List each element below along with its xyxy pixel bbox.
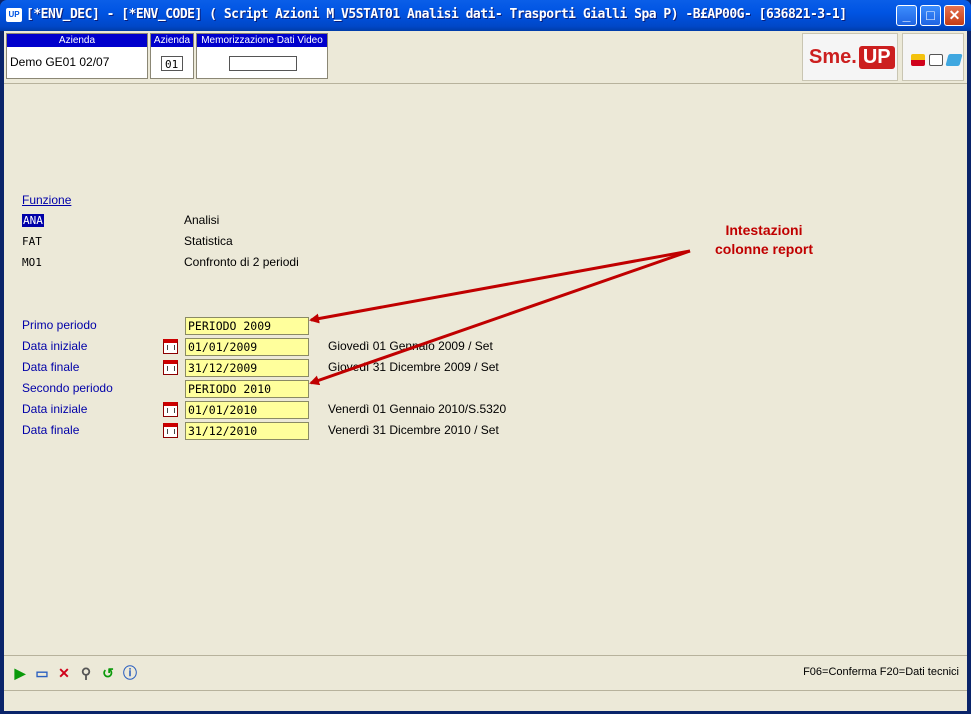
funzione-code-ana[interactable]: ANA xyxy=(22,214,44,227)
annotation-line-2: colonne report xyxy=(714,241,813,257)
primo-periodo-label: Primo periodo xyxy=(22,318,97,332)
funzione-code-mo1[interactable]: MO1 xyxy=(22,256,42,269)
data-finale-2-field[interactable]: 31/12/2010 xyxy=(185,422,309,440)
secondo-periodo-label: Secondo periodo xyxy=(22,381,113,395)
data-iniziale-2-desc: Venerdì 01 Gennaio 2010/S.5320 xyxy=(328,402,507,416)
funzione-desc-ana: Analisi xyxy=(184,213,220,227)
data-finale-2-label: Data finale xyxy=(22,423,80,437)
status-bar xyxy=(4,690,967,711)
calendar-icon[interactable] xyxy=(163,360,178,375)
data-finale-2-desc: Venerdì 31 Dicembre 2010 / Set xyxy=(328,423,499,437)
primo-periodo-field[interactable]: PERIODO 2009 xyxy=(185,317,309,335)
funzione-desc-fat: Statistica xyxy=(184,234,233,248)
toolbar-icons-box xyxy=(902,33,964,81)
data-finale-1-label: Data finale xyxy=(22,360,80,374)
azienda-code-input[interactable]: 01 xyxy=(161,56,183,71)
memo-box: Memorizzazione Dati Video xyxy=(196,33,328,79)
logo-up: UP xyxy=(858,46,895,69)
annotation-line-1: Intestazioni xyxy=(725,222,803,238)
funzione-code-fat[interactable]: FAT xyxy=(22,235,42,248)
azienda-box: Azienda Demo GE01 02/07 xyxy=(6,33,148,79)
window-title: [*ENV_DEC] - [*ENV_CODE] ( Script Azioni… xyxy=(26,7,847,22)
client-area: Azienda Demo GE01 02/07 Azienda 01 Memor… xyxy=(4,31,967,711)
close-button[interactable]: ✕ xyxy=(944,5,965,26)
data-iniziale-2-label: Data iniziale xyxy=(22,402,88,416)
calendar-icon[interactable] xyxy=(163,339,178,354)
calendar-icon[interactable] xyxy=(163,423,178,438)
command-bar: ▶ ▭ ✕ ⚲ ↺ ⓘ F06=Conferma F20=Dati tecnic… xyxy=(4,655,967,690)
memo-header: Memorizzazione Dati Video xyxy=(197,34,327,47)
minimize-button[interactable]: _ xyxy=(896,5,917,26)
data-iniziale-1-field[interactable]: 01/01/2009 xyxy=(185,338,309,356)
data-finale-1-field[interactable]: 31/12/2009 xyxy=(185,359,309,377)
secondo-periodo-field[interactable]: PERIODO 2010 xyxy=(185,380,309,398)
info-icon[interactable]: ⓘ xyxy=(122,665,138,681)
help-book-icon[interactable] xyxy=(945,54,963,66)
header-bar: Azienda Demo GE01 02/07 Azienda 01 Memor… xyxy=(4,31,967,84)
azienda-value: Demo GE01 02/07 xyxy=(10,55,110,69)
data-iniziale-1-label: Data iniziale xyxy=(22,339,88,353)
function-keys: F06=Conferma F20=Dati tecnici xyxy=(803,666,959,678)
application-window: UP [*ENV_DEC] - [*ENV_CODE] ( Script Azi… xyxy=(0,0,971,714)
refresh-icon[interactable]: ↺ xyxy=(100,665,116,681)
play-icon[interactable]: ▶ xyxy=(12,665,28,681)
smeup-logo: Sme. UP xyxy=(809,46,895,69)
azienda-code-box: Azienda 01 xyxy=(150,33,194,79)
annotation-text: Intestazioni colonne report xyxy=(694,221,834,259)
app-icon: UP xyxy=(6,8,22,22)
maximize-button[interactable]: □ xyxy=(920,5,941,26)
azienda-code-header: Azienda xyxy=(151,34,193,47)
document-icon[interactable] xyxy=(929,54,943,66)
data-finale-1-desc: Giovedì 31 Dicembre 2009 / Set xyxy=(328,360,499,374)
funzione-label[interactable]: Funzione xyxy=(22,193,71,207)
eraser-icon[interactable]: ▭ xyxy=(34,665,50,681)
memo-input[interactable] xyxy=(229,56,297,71)
azienda-header: Azienda xyxy=(7,34,147,47)
data-iniziale-2-field[interactable]: 01/01/2010 xyxy=(185,401,309,419)
cancel-icon[interactable]: ✕ xyxy=(56,665,72,681)
funzione-desc-mo1: Confronto di 2 periodi xyxy=(184,255,299,269)
magnifier-icon[interactable]: ⚲ xyxy=(78,665,94,681)
smeup-logo-box: Sme. UP xyxy=(802,33,898,81)
arrow-to-primo-periodo xyxy=(309,249,691,324)
logo-sme: Sme. xyxy=(809,46,857,68)
palette-icon[interactable] xyxy=(911,54,925,66)
data-iniziale-1-desc: Giovedì 01 Gennaio 2009 / Set xyxy=(328,339,493,353)
title-bar: UP [*ENV_DEC] - [*ENV_CODE] ( Script Azi… xyxy=(0,0,971,31)
calendar-icon[interactable] xyxy=(163,402,178,417)
